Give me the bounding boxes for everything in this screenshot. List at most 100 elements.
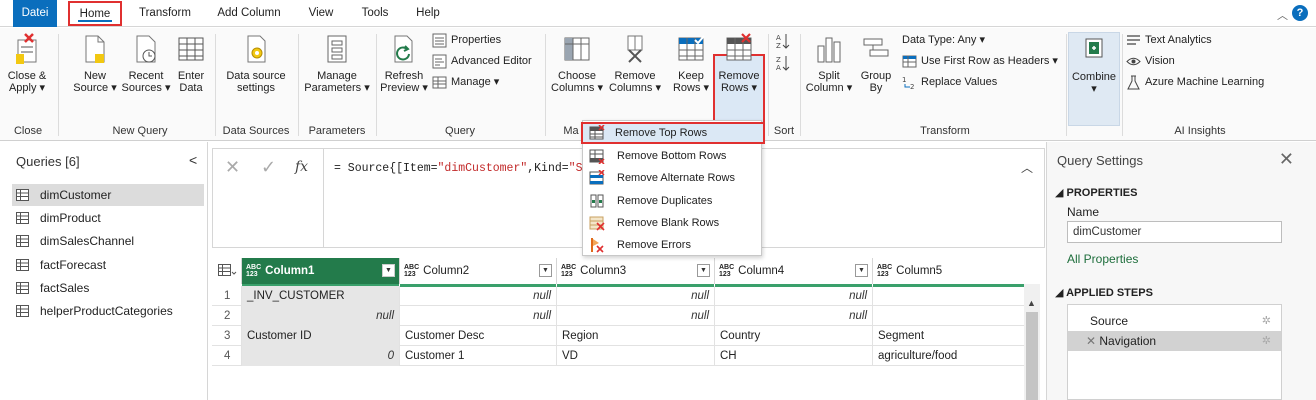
collapse-formula-icon[interactable]: ︿ xyxy=(1021,159,1033,176)
cancel-formula-icon[interactable]: ✕ xyxy=(225,157,240,178)
commit-formula-icon[interactable]: ✓ xyxy=(261,157,276,178)
type-any-icon: ABC 123 xyxy=(719,263,735,278)
properties-button[interactable]: Properties xyxy=(432,32,501,48)
query-item[interactable]: helperProductCategories xyxy=(12,300,204,322)
remove-rows-button[interactable]: Remove Rows ▾ xyxy=(713,32,765,94)
table-icon xyxy=(16,305,29,317)
column-header-3[interactable]: ABC 123 Column3 ▼ xyxy=(557,258,715,287)
grid-vertical-scrollbar[interactable]: ▲ xyxy=(1024,284,1040,400)
remove-rows-menu: Remove Top Rows Remove Bottom Rows Remov… xyxy=(581,120,765,256)
query-item[interactable]: dimCustomer xyxy=(12,184,204,206)
data-grid: ABC 123 Column1 ▼ ABC 123 Column2 ▼ ABC 123 Co… xyxy=(212,258,1024,400)
new-source-button[interactable]: New Source ▾ xyxy=(70,32,120,94)
keep-rows-button[interactable]: Keep Rows ▾ xyxy=(670,32,712,94)
name-label: Name xyxy=(1067,205,1100,219)
table-row[interactable]: 2 null null null null xyxy=(212,306,1024,326)
column-filter-dropdown[interactable]: ▼ xyxy=(855,264,868,277)
tab-datei[interactable]: Datei xyxy=(13,0,57,27)
menu-item-remove-duplicates[interactable]: Remove Duplicates xyxy=(583,190,761,212)
split-column-icon xyxy=(817,37,841,63)
group-by-icon xyxy=(863,38,889,57)
gear-icon[interactable]: ✲ xyxy=(1262,331,1271,351)
collapse-ribbon-icon[interactable]: ︿ xyxy=(1277,7,1288,23)
choose-columns-icon xyxy=(564,37,590,61)
remove-errors-icon xyxy=(591,238,604,253)
table-row[interactable]: 4 0 Customer 1 VD CH agriculture/food xyxy=(212,346,1024,366)
scroll-up-icon[interactable]: ▲ xyxy=(1027,298,1036,308)
query-item[interactable]: dimProduct xyxy=(12,207,204,229)
properties-icon xyxy=(432,33,447,48)
group-by-button[interactable]: Group By xyxy=(856,32,896,94)
vision-button[interactable]: Vision xyxy=(1126,53,1175,69)
column-header-2[interactable]: ABC 123 Column2 ▼ xyxy=(400,258,557,287)
menu-item-remove-blank-rows[interactable]: Remove Blank Rows xyxy=(583,212,761,234)
help-icon[interactable]: ? xyxy=(1292,5,1308,21)
tab-home[interactable]: Home xyxy=(68,1,122,26)
split-column-button[interactable]: Split Column ▾ xyxy=(804,32,854,94)
replace-values-button[interactable]: 1 2 Replace Values xyxy=(902,74,997,90)
tab-help[interactable]: Help xyxy=(408,0,448,27)
menu-item-remove-alternate-rows[interactable]: Remove Alternate Rows xyxy=(583,167,761,189)
query-item[interactable]: dimSalesChannel xyxy=(12,230,204,252)
applied-step-source[interactable]: Source ✲ xyxy=(1068,311,1281,331)
choose-columns-button[interactable]: Choose Columns ▾ xyxy=(548,32,606,94)
sort-descending-button[interactable]: ZA xyxy=(776,54,794,72)
text-analytics-button[interactable]: Text Analytics xyxy=(1126,32,1212,48)
menu-item-remove-errors[interactable]: Remove Errors xyxy=(583,234,761,256)
group-label-data-sources: Data Sources xyxy=(222,125,290,137)
query-item[interactable]: factSales xyxy=(12,277,204,299)
column-header-1[interactable]: ABC 123 Column1 ▼ xyxy=(242,258,400,287)
column-header-4[interactable]: ABC 123 Column4 ▼ xyxy=(715,258,873,287)
combine-button[interactable]: Combine ▾ xyxy=(1068,32,1120,126)
table-row[interactable]: 3 Customer ID Customer Desc Region Count… xyxy=(212,326,1024,346)
all-properties-link[interactable]: All Properties xyxy=(1067,252,1138,266)
fx-icon[interactable]: fx xyxy=(295,159,308,175)
manage-button[interactable]: Manage ▾ xyxy=(432,74,499,90)
query-settings-title: Query Settings xyxy=(1057,153,1143,168)
group-label-query: Query xyxy=(445,125,475,137)
delete-step-icon[interactable]: ✕ xyxy=(1086,334,1099,348)
advanced-editor-button[interactable]: Advanced Editor xyxy=(432,53,532,69)
keep-rows-icon xyxy=(678,35,705,61)
applied-step-navigation[interactable]: ✕ Navigation ✲ xyxy=(1068,331,1281,351)
column-filter-dropdown[interactable]: ▼ xyxy=(697,264,710,277)
group-label-close: Close xyxy=(13,125,43,137)
menu-item-remove-top-rows[interactable]: Remove Top Rows xyxy=(581,122,765,144)
svg-text:Z: Z xyxy=(776,42,781,50)
tab-view[interactable]: View xyxy=(300,0,342,27)
column-header-5[interactable]: ABC 123 Column5 xyxy=(873,258,1024,287)
scrollbar-thumb[interactable] xyxy=(1026,312,1038,400)
flask-icon xyxy=(1127,75,1140,90)
headers-icon xyxy=(902,55,917,68)
query-item[interactable]: factForecast xyxy=(12,254,204,276)
tab-transform[interactable]: Transform xyxy=(134,0,196,27)
azure-ml-button[interactable]: Azure Machine Learning xyxy=(1126,74,1264,90)
table-row[interactable]: 1 _INV_CUSTOMER null null null xyxy=(212,286,1024,306)
query-name-input[interactable]: dimCustomer xyxy=(1067,221,1282,243)
tab-add-column[interactable]: Add Column xyxy=(210,0,288,27)
close-icon[interactable]: ✕ xyxy=(1279,149,1294,170)
data-source-settings-button[interactable]: Data source settings xyxy=(220,32,292,94)
applied-steps-section[interactable]: ◢ APPLIED STEPS xyxy=(1055,286,1153,299)
gear-icon[interactable]: ✲ xyxy=(1262,311,1271,331)
column-filter-dropdown[interactable]: ▼ xyxy=(539,264,552,277)
table-menu-icon xyxy=(218,264,237,276)
recent-sources-icon xyxy=(136,35,156,63)
collapse-queries-icon[interactable]: < xyxy=(189,152,197,168)
enter-data-button[interactable]: Enter Data xyxy=(172,32,210,94)
properties-section[interactable]: ◢ PROPERTIES xyxy=(1055,186,1137,199)
eye-icon xyxy=(1126,57,1141,65)
svg-text:A: A xyxy=(776,64,781,72)
manage-parameters-button[interactable]: Manage Parameters ▾ xyxy=(302,32,372,94)
remove-columns-button[interactable]: Remove Columns ▾ xyxy=(606,32,664,94)
column-filter-dropdown[interactable]: ▼ xyxy=(382,264,395,277)
data-type-dropdown[interactable]: Data Type: Any ▾ xyxy=(902,32,985,48)
refresh-preview-button[interactable]: Refresh Preview ▾ xyxy=(378,32,430,94)
tab-tools[interactable]: Tools xyxy=(354,0,396,27)
sort-ascending-button[interactable]: AZ xyxy=(776,32,794,50)
menu-item-remove-bottom-rows[interactable]: Remove Bottom Rows xyxy=(583,145,761,167)
close-apply-button[interactable]: Close & Apply ▾ xyxy=(2,32,52,94)
table-menu-button[interactable] xyxy=(212,258,242,284)
use-first-row-as-headers-button[interactable]: Use First Row as Headers ▾ xyxy=(902,53,1058,69)
recent-sources-button[interactable]: Recent Sources ▾ xyxy=(119,32,173,94)
